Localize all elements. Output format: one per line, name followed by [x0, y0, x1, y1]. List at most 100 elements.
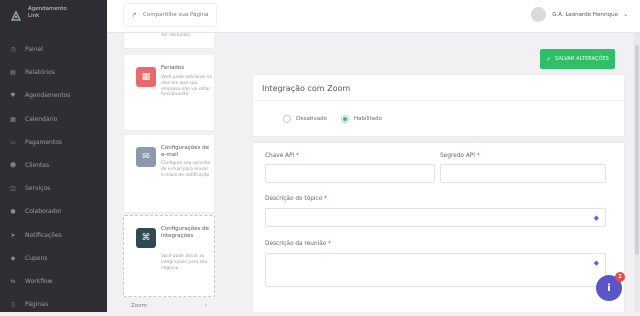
sidebar-item-paginas[interactable]: ▯ Páginas: [0, 293, 107, 316]
share-icon: ↱: [132, 11, 138, 19]
share-label: Compartilhe sua Página: [143, 12, 209, 18]
integration-item-label: Zoom: [131, 303, 147, 309]
card-title: Feriados: [161, 65, 185, 71]
sidebar-item-pagamentos[interactable]: ▭ Pagamentos: [0, 131, 107, 154]
card-desc: Você pode adicionar os dias em que sua e…: [161, 75, 212, 98]
logo-icon: [10, 7, 22, 21]
sidebar-item-label: Workflow: [25, 277, 53, 285]
save-label: SALVAR ALTERAÇÕES: [555, 56, 610, 62]
sidebar-item-label: Calendário: [25, 115, 58, 123]
zoom-form: Chave API * Segredo API * Descrição do t…: [252, 142, 625, 312]
api-secret-input[interactable]: [440, 164, 606, 183]
sidebar-item-label: Cupons: [25, 254, 48, 262]
radio-label: Desativado: [296, 116, 328, 122]
settings-card-email[interactable]: ✉ Configurações de e-mail Configure seu …: [123, 134, 215, 213]
avatar: [531, 7, 547, 22]
share-page-button[interactable]: ↱ Compartilhe sua Página: [123, 3, 218, 27]
sidebar-item-label: Agendamentos: [25, 92, 71, 100]
topic-label: Descrição do tópico *: [265, 196, 327, 202]
sidebar-item-clientes[interactable]: ☻ Clientes: [0, 154, 107, 177]
calendar-icon: ▦: [136, 67, 156, 87]
api-key-text: Chave API: [265, 153, 295, 159]
sidebar-item-workflow[interactable]: ⇆ Workflow: [0, 270, 107, 293]
sidebar-item-notificacoes[interactable]: ➤ Notificações: [0, 224, 107, 247]
sidebar-item-label: Serviços: [25, 185, 51, 193]
settings-card-integrations[interactable]: ⌘ Configurações de integrações Você pode…: [123, 215, 215, 297]
sidebar-item-servicos[interactable]: ◫ Serviços: [0, 177, 107, 200]
radio-enabled[interactable]: Habilitado: [341, 115, 382, 123]
sidebar: Agendamento Link ◷ Painel ▤ Relatórios ♥ Ag…: [0, 0, 107, 312]
card-icon: ▭: [10, 138, 16, 146]
envelope-icon: ✉: [136, 147, 156, 167]
brand[interactable]: Agendamento Link: [0, 0, 107, 26]
page-icon: ▯: [11, 301, 15, 309]
user-icon: ●: [10, 208, 16, 216]
scrollbar[interactable]: [634, 33, 640, 312]
tag-icon: ◆: [10, 254, 16, 262]
main-content: ✓ SALVAR ALTERAÇÕES Integração com Zoom …: [236, 33, 634, 312]
settings-card-feriados[interactable]: ▦ Feriados Você pode adicionar os dias e…: [123, 54, 215, 131]
puzzle-icon: ⌘: [136, 228, 156, 248]
flow-icon: ⇆: [10, 277, 16, 285]
topic-text: Descrição do tópico: [265, 196, 323, 202]
meeting-textarea[interactable]: ◆: [265, 253, 606, 287]
required-mark: *: [296, 153, 300, 159]
required-mark: *: [476, 153, 480, 159]
tag-icon[interactable]: ◆: [594, 259, 599, 267]
card-desc: Configure seu servidor de e-mail para en…: [161, 161, 211, 178]
api-secret-label: Segredo API *: [440, 153, 480, 159]
gauge-icon: ◷: [10, 46, 16, 54]
sidebar-item-label: Notificações: [25, 231, 62, 239]
api-key-label: Chave API *: [265, 153, 299, 159]
brand-line2: Link: [28, 13, 40, 19]
settings-cards-column: ser excluídos ▦ Feriados Você pode adici…: [117, 33, 219, 312]
calendar-icon: ▦: [10, 115, 16, 123]
help-button[interactable]: i 2: [596, 272, 625, 301]
api-secret-text: Segredo API: [440, 153, 475, 159]
meeting-label: Descrição da reunião *: [265, 241, 331, 247]
radio-circle-checked: [341, 115, 349, 123]
layers-icon: ◫: [10, 185, 16, 193]
chevron-down-icon: ⌄: [622, 11, 628, 18]
sidebar-nav: ◷ Painel ▤ Relatórios ♥ Agendamentos ▦ Calen…: [0, 38, 107, 316]
send-icon: ➤: [10, 231, 16, 239]
info-icon: i: [607, 282, 611, 294]
heart-icon: ♥: [10, 92, 16, 100]
required-mark: *: [324, 196, 328, 202]
check-icon: ✓: [545, 55, 552, 63]
meeting-text: Descrição da reunião: [265, 241, 327, 247]
brand-line1: Agendamento: [28, 6, 67, 12]
api-key-input[interactable]: [265, 164, 435, 183]
notification-badge: 2: [615, 272, 625, 282]
sidebar-item-agendamentos[interactable]: ♥ Agendamentos: [0, 84, 107, 107]
sidebar-item-calendario[interactable]: ▦ Calendário: [0, 108, 107, 131]
card-desc: Você pode ativar as integrações para seu…: [161, 254, 208, 271]
sidebar-item-label: Painel: [25, 46, 43, 54]
user-name: G.A. Leonardo Henrique: [552, 11, 618, 18]
required-mark: *: [328, 241, 332, 247]
radio-disabled[interactable]: Desativado: [283, 115, 327, 123]
sidebar-item-cupons[interactable]: ◆ Cupons: [0, 247, 107, 270]
users-icon: ☻: [9, 162, 17, 170]
zoom-integration-panel: Integração com Zoom Desativado Habilitad…: [252, 74, 625, 137]
card-title: Configurações de integrações: [161, 226, 210, 239]
sidebar-item-colaborador[interactable]: ● Colaborador: [0, 200, 107, 223]
sidebar-item-label: Clientes: [25, 162, 50, 170]
chart-icon: ▤: [10, 69, 16, 77]
sidebar-item-painel[interactable]: ◷ Painel: [0, 38, 107, 61]
divider: [253, 100, 624, 101]
radio-circle: [283, 115, 291, 123]
brand-name: Agendamento Link: [28, 6, 67, 20]
integration-item-zoom[interactable]: Zoom ›: [123, 303, 215, 309]
topic-input[interactable]: ◆: [265, 208, 606, 227]
chevron-right-icon: ›: [204, 303, 207, 309]
save-changes-button[interactable]: ✓ SALVAR ALTERAÇÕES: [540, 49, 615, 69]
settings-card-partial[interactable]: ser excluídos: [123, 33, 215, 49]
user-menu[interactable]: G.A. Leonardo Henrique ⌄: [531, 7, 628, 22]
sidebar-item-label: Páginas: [25, 301, 49, 309]
sidebar-item-relatorios[interactable]: ▤ Relatórios: [0, 61, 107, 84]
panel-title: Integração com Zoom: [262, 84, 351, 93]
tag-icon[interactable]: ◆: [594, 214, 599, 222]
sidebar-item-label: Colaborador: [25, 208, 62, 216]
scrollbar-thumb[interactable]: [635, 45, 639, 255]
